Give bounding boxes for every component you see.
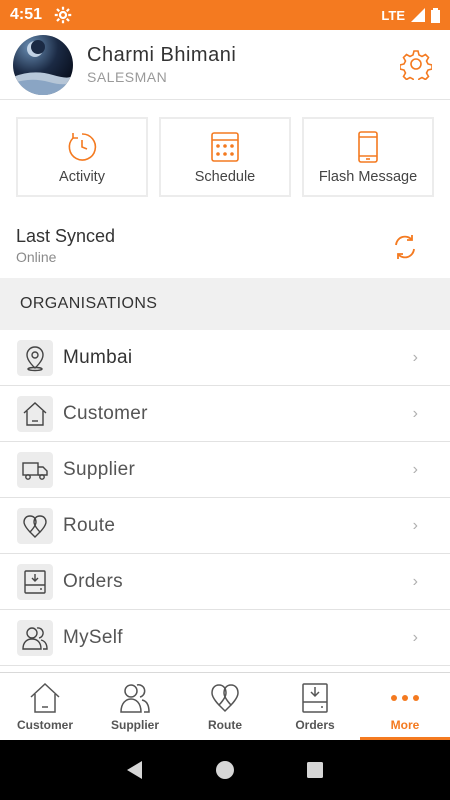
nav-supplier-label: Supplier	[110, 717, 159, 732]
avatar[interactable]	[13, 34, 73, 95]
list-item-myself[interactable]: MySelf ›	[0, 610, 450, 666]
list-item-mumbai[interactable]: Mumbai ›	[0, 330, 450, 386]
activity-tile[interactable]: Activity	[16, 117, 148, 197]
network-label: LTE	[381, 7, 405, 23]
nav-more[interactable]: More	[360, 673, 450, 740]
users-icon	[17, 619, 53, 656]
organisation-list: Mumbai › Customer › Supplier › Route › O…	[0, 330, 450, 666]
phone-icon	[358, 130, 378, 163]
users-icon	[120, 683, 150, 713]
list-item-route[interactable]: Route ›	[0, 498, 450, 554]
chevron-right-icon: ›	[412, 572, 418, 590]
nav-route[interactable]: Route	[180, 673, 270, 740]
nav-customer[interactable]: Customer	[0, 673, 90, 740]
truck-icon	[17, 451, 53, 488]
sync-title: Last Synced	[16, 226, 116, 246]
route-icon	[17, 507, 53, 544]
profile-name: Charmi Bhimani	[87, 44, 237, 66]
profile-header: Charmi Bhimani SALESMAN	[0, 30, 450, 100]
list-item-label: Orders	[63, 570, 123, 592]
list-item-label: Customer	[63, 402, 148, 424]
sync-status-text: Online	[16, 249, 57, 265]
flash-message-tile[interactable]: Flash Message	[302, 117, 434, 197]
schedule-tile[interactable]: Schedule	[159, 117, 291, 197]
activity-label: Activity	[59, 168, 105, 185]
signal-icon	[411, 8, 425, 22]
home-icon	[17, 395, 53, 432]
list-item-label: Route	[63, 514, 116, 536]
back-icon[interactable]	[124, 759, 146, 781]
settings-gear-icon[interactable]	[400, 48, 432, 80]
list-item-label: Supplier	[63, 458, 136, 480]
status-time: 4:51	[10, 6, 43, 23]
calendar-icon	[211, 131, 239, 162]
inbox-icon	[302, 682, 328, 713]
schedule-label: Schedule	[194, 168, 256, 185]
activity-icon	[68, 132, 97, 161]
chevron-right-icon: ›	[412, 404, 418, 422]
chevron-right-icon: ›	[412, 348, 418, 366]
list-item-label: MySelf	[63, 626, 123, 648]
nav-supplier[interactable]: Supplier	[90, 673, 180, 740]
inbox-icon	[17, 563, 53, 600]
flash-message-label: Flash Message	[318, 168, 418, 185]
battery-icon	[431, 7, 440, 23]
more-dots-icon	[391, 694, 419, 701]
bottom-navigation: Customer Supplier Route Orders More	[0, 672, 450, 740]
nav-orders[interactable]: Orders	[270, 673, 360, 740]
list-item-customer[interactable]: Customer ›	[0, 386, 450, 442]
recents-icon[interactable]	[304, 759, 326, 781]
gear-icon	[54, 6, 72, 24]
list-item-supplier[interactable]: Supplier ›	[0, 442, 450, 498]
sync-status: Last Synced Online	[0, 218, 450, 278]
nav-customer-label: Customer	[16, 717, 73, 732]
list-item-orders[interactable]: Orders ›	[0, 554, 450, 610]
section-header: ORGANISATIONS	[0, 278, 450, 330]
chevron-right-icon: ›	[412, 460, 418, 478]
list-item-label: Mumbai	[63, 346, 133, 368]
chevron-right-icon: ›	[412, 516, 418, 534]
system-navigation-bar	[0, 740, 450, 800]
refresh-icon[interactable]	[390, 232, 420, 262]
location-pin-icon	[17, 339, 53, 376]
status-bar: 4:51 LTE	[0, 0, 450, 30]
quick-actions: Activity Schedule Flash Message	[16, 117, 434, 197]
nav-more-label: More	[390, 717, 420, 732]
route-icon	[211, 683, 239, 712]
chevron-right-icon: ›	[412, 628, 418, 646]
home-button-icon[interactable]	[214, 759, 236, 781]
nav-orders-label: Orders	[295, 717, 335, 732]
nav-route-label: Route	[208, 717, 242, 732]
home-icon	[30, 682, 60, 713]
profile-role: SALESMAN	[87, 69, 168, 85]
